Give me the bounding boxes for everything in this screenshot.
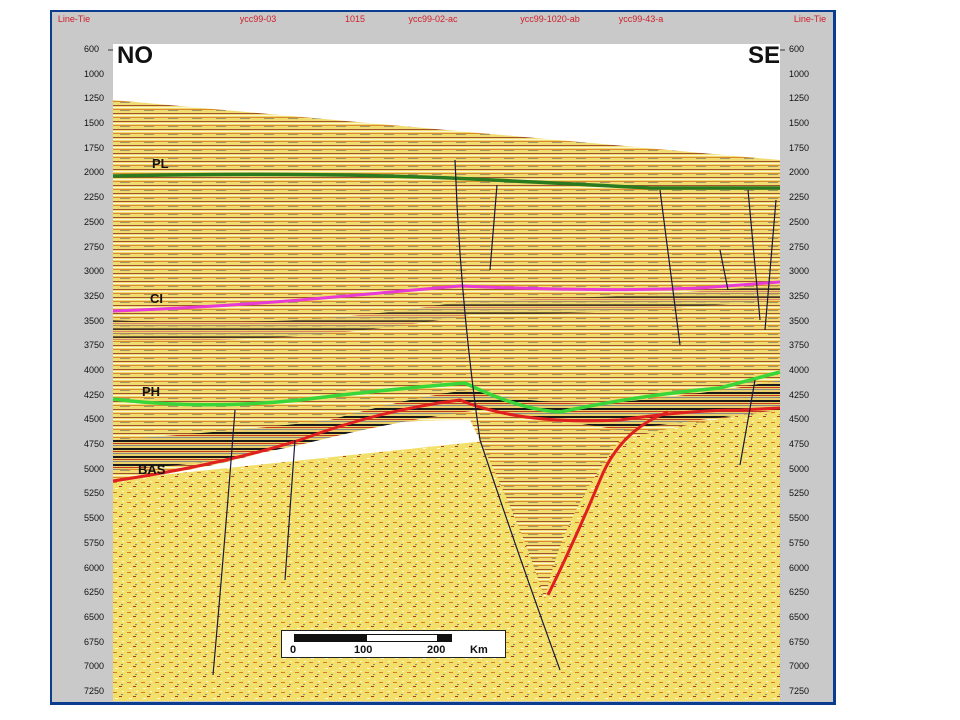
depth-tick-label: 6250 bbox=[84, 587, 105, 598]
depth-tick-label: 5250 bbox=[789, 488, 810, 499]
scale-label-0: 0 bbox=[290, 644, 297, 656]
scale-label-100: 100 bbox=[354, 644, 373, 656]
scale-bar-segment-3 bbox=[438, 634, 452, 642]
depth-tick-label: 4750 bbox=[84, 439, 105, 450]
depth-tick-label: 6750 bbox=[84, 636, 105, 647]
depth-tick-label: 4000 bbox=[789, 365, 810, 375]
scale-unit: Km bbox=[470, 644, 488, 656]
depth-tick-label: 2500 bbox=[789, 216, 810, 227]
depth-tick-label: 7250 bbox=[84, 686, 105, 696]
depth-tick-label: 7250 bbox=[789, 686, 810, 696]
horizon-label-bas: BAS bbox=[138, 462, 166, 477]
scale-bar-segment-2 bbox=[366, 634, 438, 642]
depth-tick-label: 6250 bbox=[789, 587, 810, 598]
depth-tick-label: 2000 bbox=[84, 167, 105, 178]
depth-tick-label: 1500 bbox=[84, 118, 105, 129]
depth-tick-label: 6500 bbox=[84, 611, 105, 622]
scale-bar-segment-1 bbox=[294, 634, 366, 642]
horizon-label-pl: PL bbox=[152, 156, 169, 171]
depth-tick-label: 3500 bbox=[84, 315, 105, 326]
depth-tick-label: 4000 bbox=[84, 365, 105, 375]
depth-tick-label: 5500 bbox=[84, 513, 105, 524]
depth-tick-label: 3750 bbox=[84, 340, 105, 351]
depth-tick-label: 3000 bbox=[84, 266, 105, 277]
depth-tick-label: 1250 bbox=[84, 93, 105, 104]
depth-tick-label: 1000 bbox=[84, 68, 105, 79]
depth-tick-label: 600 bbox=[789, 44, 805, 54]
depth-tick-label: 2750 bbox=[84, 241, 105, 252]
depth-tick-label: 4500 bbox=[789, 414, 810, 425]
depth-tick-label: 6000 bbox=[789, 562, 810, 573]
depth-tick-label: 6000 bbox=[84, 562, 105, 573]
depth-tick-label: 4250 bbox=[789, 389, 810, 400]
depth-tick-label: 2250 bbox=[84, 192, 105, 203]
depth-tick-label: 4500 bbox=[84, 414, 105, 425]
depth-tick-label: 7000 bbox=[84, 661, 105, 672]
depth-tick-label: 1250 bbox=[789, 93, 810, 104]
scale-label-200: 200 bbox=[427, 644, 446, 656]
direction-label-right: SE bbox=[748, 42, 781, 69]
depth-tick-label: 3250 bbox=[789, 290, 810, 301]
depth-tick-label: 2250 bbox=[789, 192, 810, 203]
depth-tick-label: 3750 bbox=[789, 340, 810, 351]
horizon-label-ph: PH bbox=[142, 384, 161, 399]
depth-tick-label: 5750 bbox=[789, 537, 810, 548]
depth-tick-label: 2750 bbox=[789, 241, 810, 252]
depth-tick-label: 2000 bbox=[789, 167, 810, 178]
direction-label-left: NO bbox=[117, 42, 153, 69]
depth-tick-label: 5000 bbox=[789, 463, 810, 474]
depth-tick-label: 5000 bbox=[84, 463, 105, 474]
depth-tick-label: 5750 bbox=[84, 537, 105, 548]
depth-tick-label: 1000 bbox=[789, 68, 810, 79]
depth-tick-label: 6500 bbox=[789, 611, 810, 622]
depth-tick-label: 6750 bbox=[789, 636, 810, 647]
scale-bar: 0 100 200 Km bbox=[281, 630, 506, 658]
depth-tick-label: 3000 bbox=[789, 266, 810, 277]
depth-tick-label: 2500 bbox=[84, 216, 105, 227]
depth-tick-label: 3500 bbox=[789, 315, 810, 326]
depth-tick-label: 1500 bbox=[789, 118, 810, 129]
depth-tick-label: 3250 bbox=[84, 290, 105, 301]
depth-tick-label: 7000 bbox=[789, 661, 810, 672]
depth-tick-label: 1750 bbox=[789, 142, 810, 153]
depth-tick-label: 600 bbox=[84, 44, 100, 54]
horizon-label-ci: CI bbox=[150, 291, 163, 306]
depth-tick-label: 5500 bbox=[789, 513, 810, 524]
seismic-section bbox=[108, 44, 785, 701]
depth-tick-label: 5250 bbox=[84, 488, 105, 499]
depth-tick-label: 4750 bbox=[789, 439, 810, 450]
depth-tick-label: 4250 bbox=[84, 389, 105, 400]
depth-tick-label: 1750 bbox=[84, 142, 105, 153]
